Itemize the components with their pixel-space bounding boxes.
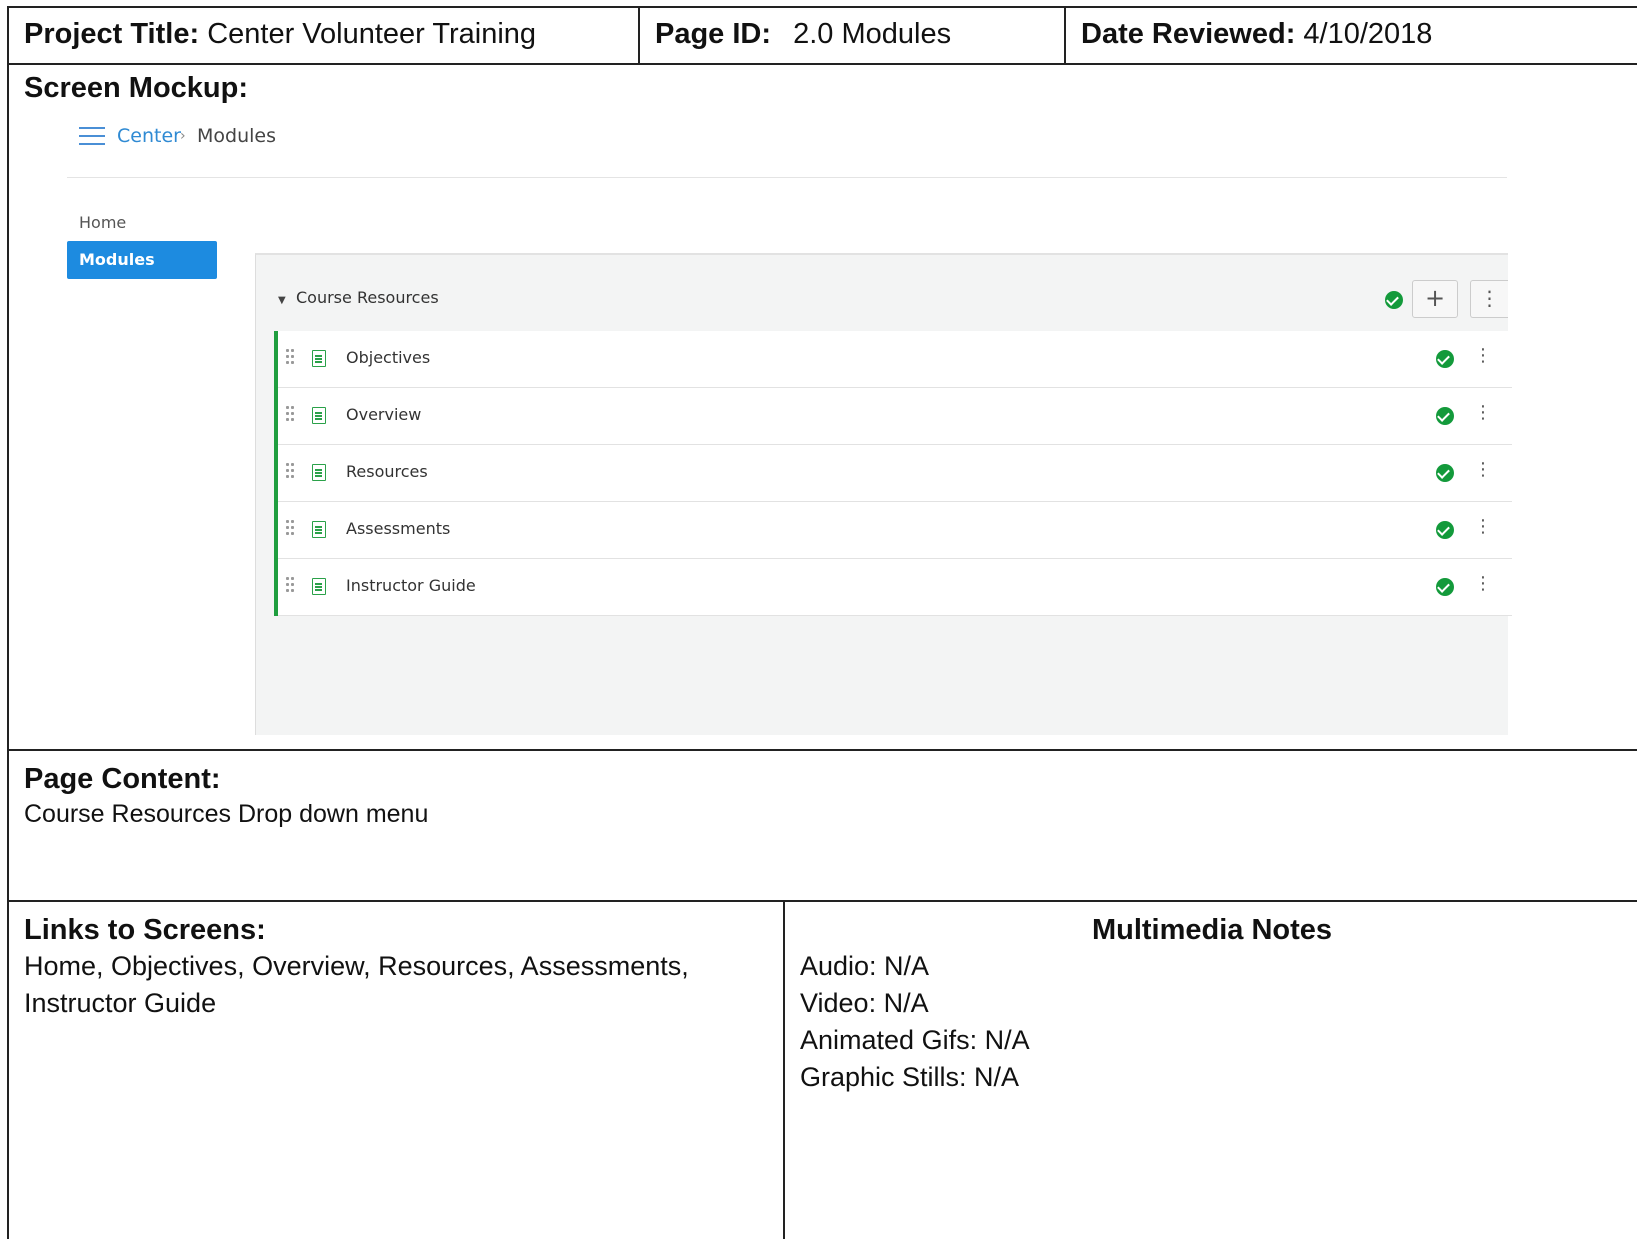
module-item[interactable]: Overview ⋮ xyxy=(278,388,1512,445)
breadcrumb-center-link[interactable]: Center xyxy=(117,125,181,147)
nav-item-modules[interactable]: Modules xyxy=(67,241,217,279)
item-options-icon[interactable]: ⋮ xyxy=(1474,460,1492,480)
module-complete-check-icon xyxy=(1385,291,1403,309)
module-item[interactable]: Instructor Guide ⋮ xyxy=(278,559,1512,616)
page-icon xyxy=(312,521,326,538)
multimedia-gifs: Animated Gifs: N/A xyxy=(800,1025,1030,1055)
module-item[interactable]: Resources ⋮ xyxy=(278,445,1512,502)
module-item-label[interactable]: Resources xyxy=(346,462,428,481)
page-icon xyxy=(312,350,326,367)
date-reviewed-cell: Date Reviewed: 4/10/2018 xyxy=(1066,8,1637,63)
page-content-label: Page Content: xyxy=(24,763,221,795)
storyboard-page: Project Title: Center Volunteer Training… xyxy=(7,6,1637,1239)
module-item-label[interactable]: Assessments xyxy=(346,519,450,538)
page-icon xyxy=(312,578,326,595)
multimedia-video: Video: N/A xyxy=(800,988,929,1018)
links-line-2: Instructor Guide xyxy=(24,988,217,1018)
module-items-list: Objectives ⋮ Overview ⋮ Resources ⋮ Asse… xyxy=(274,331,1512,616)
page-id-value: 2.0 Modules xyxy=(793,18,952,50)
project-title-cell: Project Title: Center Volunteer Training xyxy=(9,8,640,63)
module-title[interactable]: Course Resources xyxy=(296,288,439,307)
module-item-label[interactable]: Overview xyxy=(346,405,421,424)
screen-mockup: Center › Modules Home Modules ▼ Course R… xyxy=(67,113,1577,768)
multimedia-notes-label: Multimedia Notes xyxy=(1091,914,1333,946)
item-options-icon[interactable]: ⋮ xyxy=(1474,346,1492,366)
hamburger-menu-icon[interactable] xyxy=(79,127,105,145)
links-line-1: Home, Objectives, Overview, Resources, A… xyxy=(24,951,689,981)
page-id-cell: Page ID: 2.0 Modules xyxy=(640,8,1066,63)
complete-check-icon xyxy=(1436,578,1454,596)
divider xyxy=(67,177,1507,178)
complete-check-icon xyxy=(1436,350,1454,368)
add-item-button[interactable]: + xyxy=(1412,280,1458,318)
complete-check-icon xyxy=(1436,521,1454,539)
module-item-label[interactable]: Instructor Guide xyxy=(346,576,476,595)
column-divider xyxy=(783,901,785,1239)
complete-check-icon xyxy=(1436,407,1454,425)
page-icon xyxy=(312,464,326,481)
module-item-label[interactable]: Objectives xyxy=(346,348,430,367)
multimedia-stills: Graphic Stills: N/A xyxy=(800,1062,1020,1092)
page-id-label: Page ID: xyxy=(655,18,772,50)
date-reviewed-label: Date Reviewed: xyxy=(1081,18,1296,50)
date-reviewed-value: 4/10/2018 xyxy=(1303,18,1433,50)
drag-handle-icon[interactable] xyxy=(286,520,296,540)
complete-check-icon xyxy=(1436,464,1454,482)
module-item[interactable]: Objectives ⋮ xyxy=(278,331,1512,388)
item-options-icon[interactable]: ⋮ xyxy=(1474,517,1492,537)
breadcrumb-chevron-icon: › xyxy=(180,128,186,144)
collapse-caret-icon[interactable]: ▼ xyxy=(278,295,286,306)
page-icon xyxy=(312,407,326,424)
project-title-label: Project Title: xyxy=(24,18,200,50)
page-content-text: Course Resources Drop down menu xyxy=(24,800,429,828)
screen-mockup-label: Screen Mockup: xyxy=(24,72,248,104)
module-options-button[interactable]: ⋮ xyxy=(1470,280,1508,318)
section-divider xyxy=(9,900,1637,902)
drag-handle-icon[interactable] xyxy=(286,577,296,597)
drag-handle-icon[interactable] xyxy=(286,406,296,426)
module-item[interactable]: Assessments ⋮ xyxy=(278,502,1512,559)
header-row: Project Title: Center Volunteer Training… xyxy=(9,8,1637,65)
links-to-screens-label: Links to Screens: xyxy=(24,914,266,946)
drag-handle-icon[interactable] xyxy=(286,463,296,483)
nav-item-home[interactable]: Home xyxy=(79,213,126,232)
modules-panel: ▼ Course Resources + ⋮ Objectives ⋮ Over… xyxy=(255,253,1512,735)
drag-handle-icon[interactable] xyxy=(286,349,296,369)
section-divider xyxy=(9,749,1637,751)
multimedia-audio: Audio: N/A xyxy=(800,951,930,981)
project-title-value: Center Volunteer Training xyxy=(207,18,537,50)
item-options-icon[interactable]: ⋮ xyxy=(1474,574,1492,594)
item-options-icon[interactable]: ⋮ xyxy=(1474,403,1492,423)
breadcrumb-current: Modules xyxy=(197,125,276,147)
